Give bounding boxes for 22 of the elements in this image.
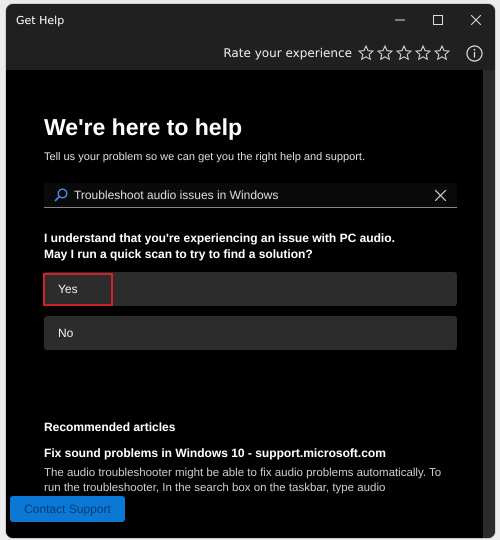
article-snippet: The audio troubleshooter might be able to fix audio problems automatically. To run the troubleshooter, In the search box on the taskbar, type audio: [44, 466, 442, 496]
star-icon[interactable]: [358, 45, 374, 61]
star-icon[interactable]: [396, 45, 412, 61]
answer-option[interactable]: No: [44, 316, 457, 350]
search-icon: [54, 188, 68, 202]
search-field[interactable]: Troubleshoot audio issues in Windows: [44, 183, 457, 208]
rating-label: Rate your experience: [223, 46, 352, 60]
section-title: Recommended articles: [44, 420, 176, 434]
info-icon[interactable]: [466, 44, 483, 62]
star-icon[interactable]: [434, 45, 450, 61]
window-title: Get Help: [16, 14, 66, 26]
page-heading: We're here to help: [44, 114, 244, 141]
star-icon[interactable]: [377, 45, 393, 61]
subheading: Tell us your problem so we can get you the right help and support.: [44, 151, 366, 163]
answer-option[interactable]: Yes: [44, 272, 457, 306]
star-icon[interactable]: [415, 45, 431, 61]
scrollbar[interactable]: [483, 70, 495, 538]
article-link[interactable]: Fix sound problems in Windows 10 - support.microsoft.com: [44, 446, 457, 460]
clear-icon[interactable]: [435, 190, 446, 201]
assistant-question: I understand that you're experiencing an issue with PC audio. May I run a quick scan to try to find a solution?: [44, 230, 396, 262]
close-icon[interactable]: [471, 15, 481, 25]
maximize-icon[interactable]: [433, 15, 443, 25]
